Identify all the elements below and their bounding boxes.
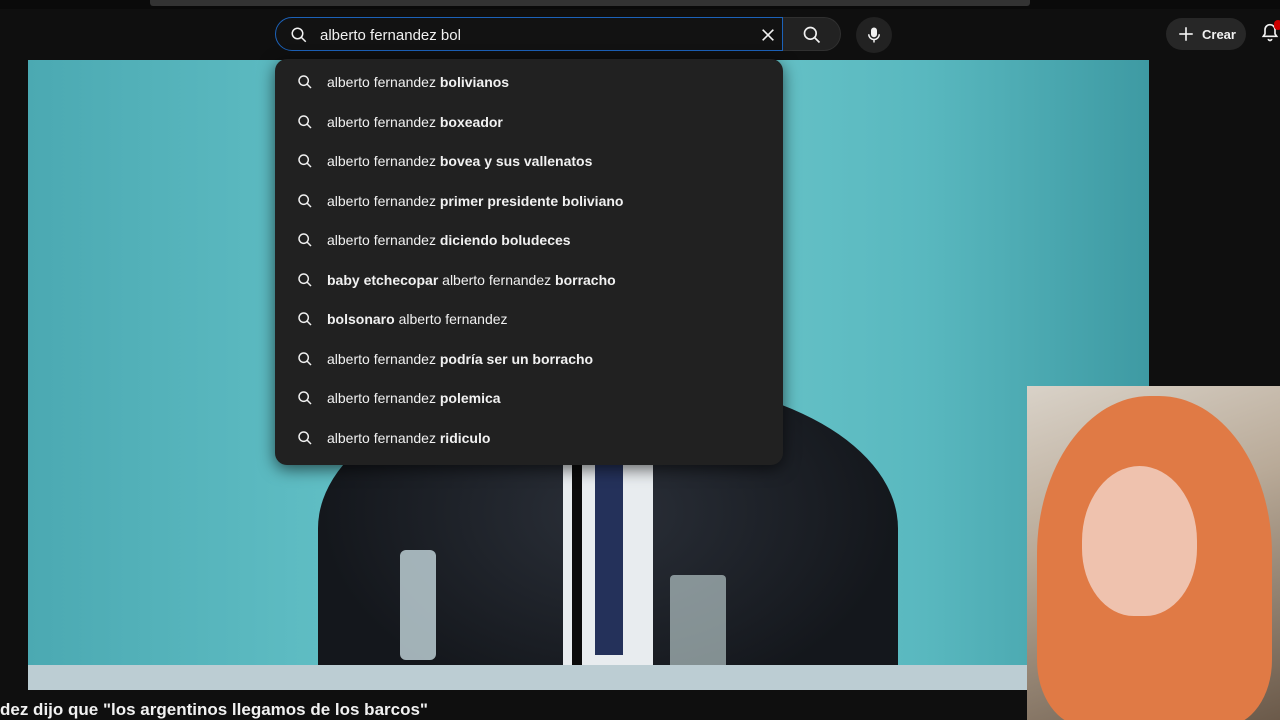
suggestion-prefix: alberto fernandez — [327, 232, 440, 248]
suggestion-completion: polemica — [439, 390, 501, 406]
suggestion-text: alberto fernandez bovea y sus vallenatos — [327, 153, 592, 169]
suggestion-completion: baby etchecopar — [327, 271, 443, 288]
search-icon — [298, 312, 312, 326]
suggestion-item[interactable]: alberto fernandez bovea y sus vallenatos — [275, 141, 783, 181]
suggestion-prefix: alberto fernandez — [327, 429, 440, 446]
suggestion-text: alberto fernandez polemica — [327, 390, 501, 406]
close-icon[interactable] — [760, 27, 776, 43]
suggestion-item[interactable]: alberto fernandez ridiculo — [275, 418, 783, 458]
video-title: dez dijo que "los argentinos llegamos de… — [0, 700, 428, 719]
suggestion-text: alberto fernandez primer presidente boli… — [327, 193, 623, 209]
webcam-face — [1082, 466, 1197, 616]
search-box[interactable] — [275, 17, 783, 51]
suggestion-completion: bolsonaro — [327, 311, 399, 327]
suggestion-text: alberto fernandez boxeador — [327, 114, 503, 130]
suggestion-completion: boxeador — [439, 113, 503, 130]
video-microphone — [572, 465, 582, 665]
search-icon — [298, 233, 312, 247]
scrollbar-top — [150, 0, 1030, 6]
search-icon — [291, 27, 307, 43]
search-icon — [298, 154, 312, 168]
suggestion-prefix: alberto fernandez — [327, 153, 440, 169]
notifications-button[interactable] — [1260, 20, 1280, 49]
notification-badge — [1274, 20, 1280, 30]
video-tie — [595, 465, 623, 655]
webcam-overlay — [1027, 386, 1280, 720]
suggestion-completion: podría ser un borracho — [439, 350, 594, 367]
suggestion-item[interactable]: alberto fernandez podría ser un borracho — [275, 339, 783, 379]
suggestion-item[interactable]: alberto fernandez bolivianos — [275, 62, 783, 102]
mic-icon — [868, 27, 880, 43]
suggestion-text: alberto fernandez diciendo boludeces — [327, 232, 571, 248]
search-icon — [298, 75, 312, 89]
suggestion-prefix: alberto fernandez — [327, 192, 440, 209]
suggestion-list: alberto fernandez bolivianos alberto fern… — [275, 62, 783, 457]
suggestion-item[interactable]: alberto fernandez diciendo boludeces — [275, 220, 783, 260]
suggestion-suffix: alberto fernandez — [442, 271, 552, 288]
video-desk — [28, 665, 1149, 690]
search-suggestions-dropdown: alberto fernandez bolivianos alberto fern… — [275, 59, 783, 465]
suggestion-text: alberto fernandez bolivianos — [327, 74, 509, 90]
search-icon — [298, 391, 312, 405]
search-button[interactable] — [783, 17, 841, 51]
video-glass — [670, 575, 726, 670]
suggestion-suffix: alberto fernandez — [398, 311, 508, 327]
suggestion-prefix: alberto fernandez — [327, 390, 440, 406]
suggestion-item[interactable]: baby etchecopar alberto fernandez borrac… — [275, 260, 783, 300]
create-button[interactable]: Crear — [1166, 18, 1246, 50]
video-bottle — [400, 550, 436, 660]
suggestion-item[interactable]: alberto fernandez polemica — [275, 378, 783, 418]
voice-search-button[interactable] — [856, 17, 892, 53]
suggestion-item[interactable]: alberto fernandez boxeador — [275, 102, 783, 142]
suggestion-completion: primer presidente boliviano — [439, 192, 624, 209]
search-icon — [298, 272, 312, 287]
suggestion-completion: bolivianos — [439, 74, 510, 90]
suggestion-text: baby etchecopar alberto fernandez borrac… — [327, 272, 616, 288]
search-icon — [298, 430, 312, 445]
suggestion-completion: bovea y sus vallenatos — [439, 153, 593, 169]
suggestion-item[interactable]: alberto fernandez primer presidente boli… — [275, 181, 783, 221]
browser-top-strip — [0, 0, 1280, 9]
suggestion-text: bolsonaro alberto fernandez — [327, 311, 508, 327]
suggestion-prefix: alberto fernandez — [327, 74, 440, 90]
suggestion-completion: diciendo boludeces — [439, 232, 571, 248]
create-button-label: Crear — [1202, 27, 1236, 42]
suggestion-prefix: alberto fernandez — [327, 113, 440, 130]
suggestion-item[interactable]: bolsonaro alberto fernandez — [275, 299, 783, 339]
suggestion-prefix: alberto fernandez — [327, 350, 440, 367]
search-icon — [298, 193, 312, 208]
suggestion-text: alberto fernandez ridiculo — [327, 430, 490, 446]
search-input[interactable] — [318, 22, 752, 48]
search-icon — [298, 114, 312, 129]
suggestion-completion: ridiculo — [439, 429, 491, 446]
suggestion-text: alberto fernandez podría ser un borracho — [327, 351, 593, 367]
plus-icon — [1179, 27, 1193, 41]
search-icon — [803, 26, 821, 44]
suggestion-tail: borracho — [551, 271, 616, 288]
search-icon — [298, 351, 312, 366]
